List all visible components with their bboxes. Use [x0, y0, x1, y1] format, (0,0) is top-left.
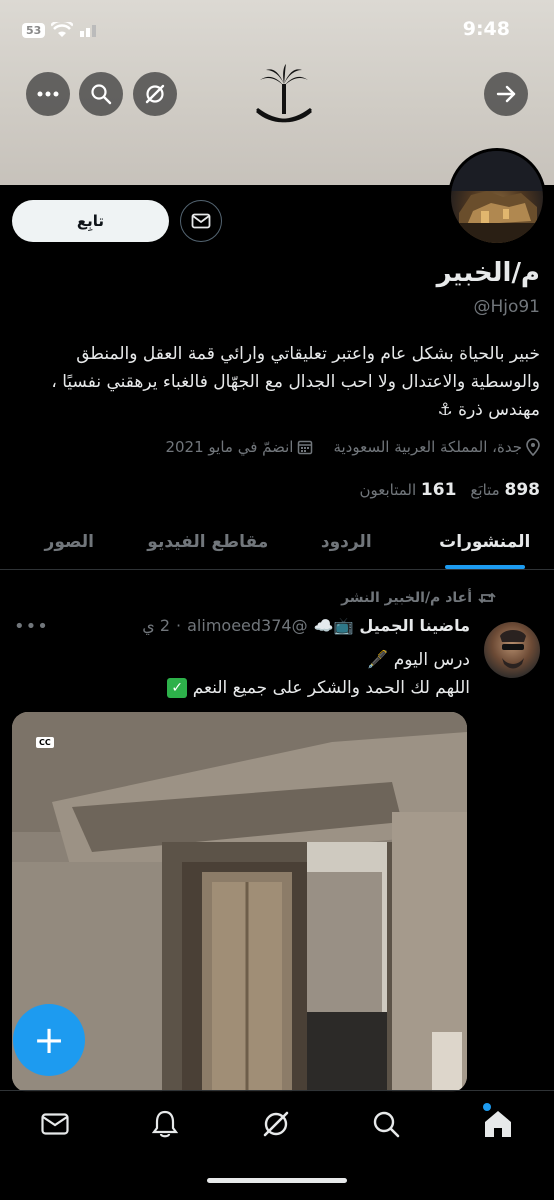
grok-button[interactable]: [133, 72, 177, 116]
follow-button[interactable]: تابِع: [12, 200, 169, 242]
followers-count: 161: [420, 480, 457, 500]
mail-icon: [41, 1113, 69, 1135]
message-button[interactable]: [180, 200, 222, 242]
palm-swords-emblem: [256, 64, 312, 123]
compose-post-button[interactable]: +: [13, 1004, 85, 1076]
joined-text: انضمّ في مايو 2021: [165, 438, 294, 456]
search-icon: [373, 1111, 400, 1138]
post-author-name[interactable]: ماضينا الجميل: [359, 616, 470, 635]
profile-name: م/الخبير: [436, 258, 540, 288]
avatar-image: [451, 151, 543, 243]
post-more-button[interactable]: •••: [14, 616, 49, 637]
profile-avatar[interactable]: [448, 148, 546, 246]
back-button[interactable]: [484, 72, 528, 116]
closed-captions-badge[interactable]: CC: [36, 737, 54, 748]
post-text-line-1: درس اليوم 🖋️: [367, 650, 470, 670]
post-text: درس اليوم 🖋️ اللهم لك الحمد والشكر على ج…: [167, 646, 470, 702]
mail-icon: [191, 213, 211, 229]
nav-notifications[interactable]: [148, 1107, 182, 1141]
post-text-line-2-wrapper: اللهم لك الحمد والشكر على جميع النعم ✓: [167, 674, 470, 702]
bottom-navigation: [0, 1090, 554, 1200]
calendar-icon: [298, 440, 313, 455]
wifi-icon: [51, 22, 74, 37]
post-author-emojis: 📺☁️: [313, 616, 354, 635]
repost-indicator: أعاد م/الخبير النشر: [341, 590, 496, 606]
follow-counts: 898 متابَع 161 المتابعون: [359, 480, 540, 500]
tab-posts[interactable]: المنشورات: [416, 515, 554, 569]
location-item: جدة، المملكة العربية السعودية: [333, 438, 540, 456]
location-text: جدة، المملكة العربية السعودية: [333, 438, 522, 456]
nav-grok[interactable]: [259, 1107, 293, 1141]
repost-label: أعاد م/الخبير النشر: [341, 590, 472, 606]
more-horizontal-icon: [37, 91, 59, 97]
tab-photos[interactable]: الصور: [0, 515, 139, 569]
arrow-right-icon: [496, 85, 516, 103]
following-count-link[interactable]: 898 متابَع: [470, 480, 540, 500]
status-indicators: 53: [22, 22, 101, 38]
post-header: ماضينا الجميل 📺☁️ @alimoeed374 · 2 ي: [142, 616, 470, 635]
search-icon: [91, 84, 112, 105]
nav-messages[interactable]: [38, 1107, 72, 1141]
tab-replies[interactable]: الردود: [277, 515, 416, 569]
post-time: 2 ي: [142, 616, 171, 635]
followers-count-link[interactable]: 161 المتابعون: [359, 480, 456, 500]
grok-icon: [145, 84, 165, 104]
check-mark-icon: ✓: [167, 678, 188, 698]
nav-home[interactable]: [481, 1103, 515, 1141]
profile-meta: جدة، المملكة العربية السعودية انضمّ في م…: [165, 438, 540, 456]
search-button[interactable]: [79, 72, 123, 116]
post-author-avatar[interactable]: [484, 622, 540, 678]
bell-icon: [152, 1110, 178, 1138]
profile-bio: خبير بالحياة بشكل عام واعتبر تعليقاتي وا…: [51, 344, 540, 420]
tab-videos[interactable]: مقاطع الفيديو: [139, 515, 278, 569]
profile-tabs: المنشورات الردود مقاطع الفيديو الصور: [0, 515, 554, 570]
home-icon: [485, 1111, 511, 1137]
home-indicator[interactable]: [207, 1178, 347, 1183]
home-notification-dot: [483, 1103, 491, 1111]
location-pin-icon: [526, 438, 540, 456]
repost-icon: [478, 592, 496, 604]
nav-search[interactable]: [369, 1107, 403, 1141]
battery-indicator: 53: [22, 22, 46, 38]
followers-label: المتابعون: [359, 481, 417, 499]
post-separator: ·: [176, 616, 182, 635]
following-label: متابَع: [470, 481, 500, 499]
following-count: 898: [504, 480, 541, 500]
status-time: 9:48: [462, 18, 510, 40]
signal-icon: [80, 25, 97, 37]
more-options-button[interactable]: [26, 72, 70, 116]
grok-icon: [263, 1111, 289, 1137]
profile-handle: @Hjo91: [473, 297, 540, 317]
post-avatar-image: [500, 630, 526, 669]
joined-item: انضمّ في مايو 2021: [165, 438, 313, 456]
post-text-line-2: اللهم لك الحمد والشكر على جميع النعم: [192, 678, 470, 698]
post-author-handle[interactable]: @alimoeed374: [187, 616, 307, 635]
